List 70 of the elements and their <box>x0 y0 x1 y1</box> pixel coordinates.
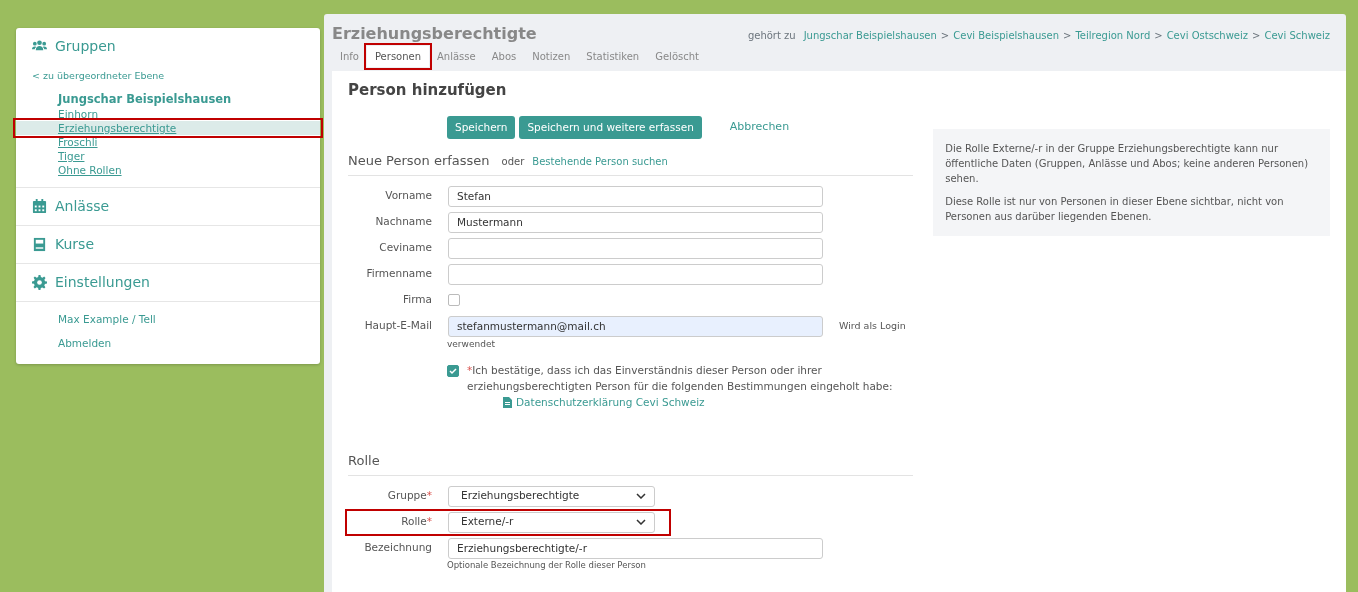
group-title: Jungschar Beispielshausen <box>56 91 233 108</box>
input-field[interactable]: Stefan <box>448 185 823 207</box>
save-button[interactable]: Speichern und weitere erfassen <box>519 115 702 140</box>
info-box: Die Rolle Externe/-r in der Gruppe Erziehungsberechtigte kann nur öffentliche Daten (Gruppen, Anlässe und Abos; keine anderen Personen) sehen. Diese Rolle ist nur von Personen in dieser Ebene sichtbar, nicht von Personen aus darüber liegenden Ebenen. <box>933 129 1330 236</box>
breadcrumb-separator: > <box>940 29 950 43</box>
input-field[interactable] <box>448 237 823 259</box>
checkbox[interactable] <box>448 294 460 307</box>
field-label: Firma <box>402 292 433 308</box>
form-title: Person hinzufügen <box>348 80 508 101</box>
tab[interactable]: Gelöscht <box>647 46 707 67</box>
sidebar-section-link[interactable]: Einstellungen <box>55 272 150 294</box>
sidebar-item[interactable]: Einhorn <box>16 107 320 122</box>
chevron-down-icon <box>636 519 646 526</box>
breadcrumb-link[interactable]: Cevi Beispielshausen <box>953 28 1060 43</box>
tab[interactable]: Info <box>332 46 367 67</box>
input-field[interactable]: stefanmustermann@mail.ch <box>448 315 823 337</box>
field-label: Haupt-E-Mail <box>363 318 433 334</box>
tab[interactable]: Abos <box>483 46 525 67</box>
sidebar-item[interactable]: Froschli <box>16 135 320 150</box>
sidebar-item[interactable]: Erziehungsberechtigte <box>16 121 320 136</box>
save-button[interactable]: Speichern <box>447 115 516 140</box>
input-field[interactable] <box>448 263 823 285</box>
select-field[interactable]: Externe/-r <box>448 511 655 533</box>
breadcrumb-link[interactable]: Cevi Schweiz <box>1264 28 1330 43</box>
tab[interactable]: Anlässe <box>429 46 484 67</box>
page-title: Erziehungsberechtigte <box>332 23 537 45</box>
field-label: Bezeichnung <box>363 540 433 556</box>
field-label: Nachname <box>374 214 433 230</box>
breadcrumb-separator: > <box>1252 29 1261 43</box>
field-label: Gruppe* <box>386 488 433 504</box>
tab[interactable]: Notizen <box>524 46 579 67</box>
breadcrumb-link[interactable]: Cevi Ostschweiz <box>1166 28 1249 43</box>
field-label: Vorname <box>384 188 433 204</box>
document-icon <box>503 397 512 409</box>
help-text: Optionale Bezeichnung der Rolle dieser Person <box>446 558 647 572</box>
input-field[interactable]: Erziehungsberechtigte/-r <box>448 537 823 559</box>
back-link[interactable]: < zu übergeordneter Ebene <box>16 65 320 92</box>
belongs-to-label: gehört zu <box>747 29 796 43</box>
section-title: Rolle <box>348 452 380 471</box>
section-title: Neue Person erfassen <box>348 152 490 171</box>
book-icon <box>32 237 47 253</box>
sidebar-section-link[interactable]: Kurse <box>55 234 95 256</box>
breadcrumb-separator: > <box>1154 29 1163 43</box>
breadcrumb-separator: > <box>1063 29 1072 43</box>
checkbox[interactable] <box>447 365 459 378</box>
chevron-down-icon <box>636 493 646 500</box>
field-label: Rolle* <box>400 514 433 530</box>
calendar-icon <box>32 199 47 215</box>
login-hint: verwendet <box>446 337 496 351</box>
field-label: Ceviname <box>378 240 433 256</box>
sidebar-item[interactable]: Tiger <box>16 149 320 164</box>
cancel-link[interactable]: Abbrechen <box>729 119 790 136</box>
breadcrumb-link[interactable]: Jungschar Beispielshausen <box>803 28 937 43</box>
select-field[interactable]: Erziehungsberechtigte <box>448 485 655 507</box>
field-label: Firmenname <box>365 266 433 282</box>
login-hint: Wird als Login <box>839 319 906 334</box>
user-link[interactable]: Abmelden <box>16 332 320 356</box>
sidebar-item[interactable]: Ohne Rollen <box>16 163 320 178</box>
privacy-link[interactable]: Datenschutzerklärung Cevi Schweiz <box>516 394 705 411</box>
sidebar-section-link[interactable]: Anlässe <box>55 196 110 218</box>
input-field[interactable]: Mustermann <box>448 211 823 233</box>
tab[interactable]: Statistiken <box>578 46 648 67</box>
breadcrumb-link[interactable]: Teilregion Nord <box>1075 28 1151 43</box>
consent-text: *Ich bestätige, dass ich das Einverständnis dieser Person oder ihrer erziehungsberechtigten Person für die folgenden Bestimmungen eingeholt habe: <box>467 363 894 394</box>
sidebar-section-link[interactable]: Gruppen <box>55 36 116 57</box>
tab[interactable]: Personen <box>366 46 430 67</box>
settings-icon <box>32 275 47 291</box>
search-person-link[interactable]: Bestehende Person suchen <box>532 154 668 170</box>
or-label: oder <box>501 155 525 170</box>
user-link[interactable]: Max Example / Tell <box>16 308 320 332</box>
